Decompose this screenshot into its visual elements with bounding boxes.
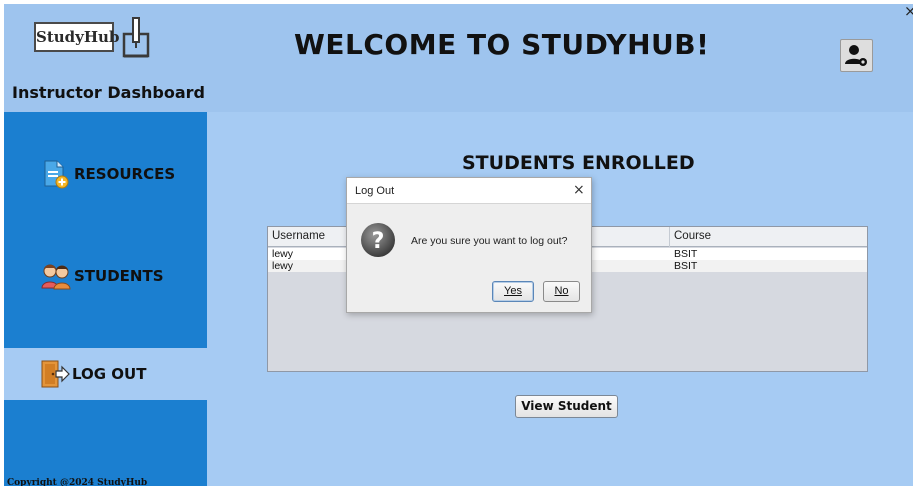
sidebar-item-label: RESOURCES [74,165,176,183]
column-header-username[interactable]: Username [268,227,348,247]
header: StudyHub Instructor Dashboard WELCOME TO… [4,2,913,112]
cell-username: lewy [272,260,294,272]
profile-button[interactable] [840,39,873,72]
cell-course: BSIT [674,248,698,260]
sidebar-item-logout[interactable]: LOG OUT [4,348,207,400]
dialog-message: Are you sure you want to log out? [411,235,568,247]
copyright-text: Copyright @2024 StudyHub [7,478,148,486]
question-icon: ? [361,223,395,257]
welcome-heading: WELCOME TO STUDYHUB! [294,28,710,61]
dialog-title: Log Out [355,185,395,197]
logo: StudyHub [34,16,154,60]
no-button[interactable]: No [543,281,580,302]
yes-button[interactable]: Yes [492,281,534,302]
sidebar-item-label: LOG OUT [72,365,147,383]
view-student-button[interactable]: View Student [515,395,618,418]
pen-holder-icon [122,17,150,58]
door-exit-icon [41,360,70,388]
page-title: STUDENTS ENROLLED [462,152,695,174]
sidebar: RESOURCES STUDENTS LOG OUT Copyright @20… [4,112,207,486]
dashboard-title: Instructor Dashboard [12,83,205,102]
cell-username: lewy [272,248,294,260]
sidebar-item-students[interactable]: STUDENTS [4,250,207,302]
column-header-course[interactable]: Course [669,227,867,247]
logout-dialog: Log Out × ? Are you sure you want to log… [346,177,592,313]
students-icon [41,264,71,290]
sidebar-item-label: STUDENTS [74,267,164,285]
user-gear-icon [845,45,867,66]
dialog-close-icon[interactable]: × [573,182,585,198]
dialog-titlebar[interactable]: Log Out × [347,178,591,204]
document-add-icon [44,160,69,189]
svg-text:?: ? [372,229,385,254]
logo-text: StudyHub [34,22,119,52]
cell-course: BSIT [674,260,698,272]
sidebar-item-resources[interactable]: RESOURCES [4,148,207,200]
app-window: StudyHub Instructor Dashboard WELCOME TO… [4,2,913,486]
window-close-icon[interactable]: × [904,2,913,20]
